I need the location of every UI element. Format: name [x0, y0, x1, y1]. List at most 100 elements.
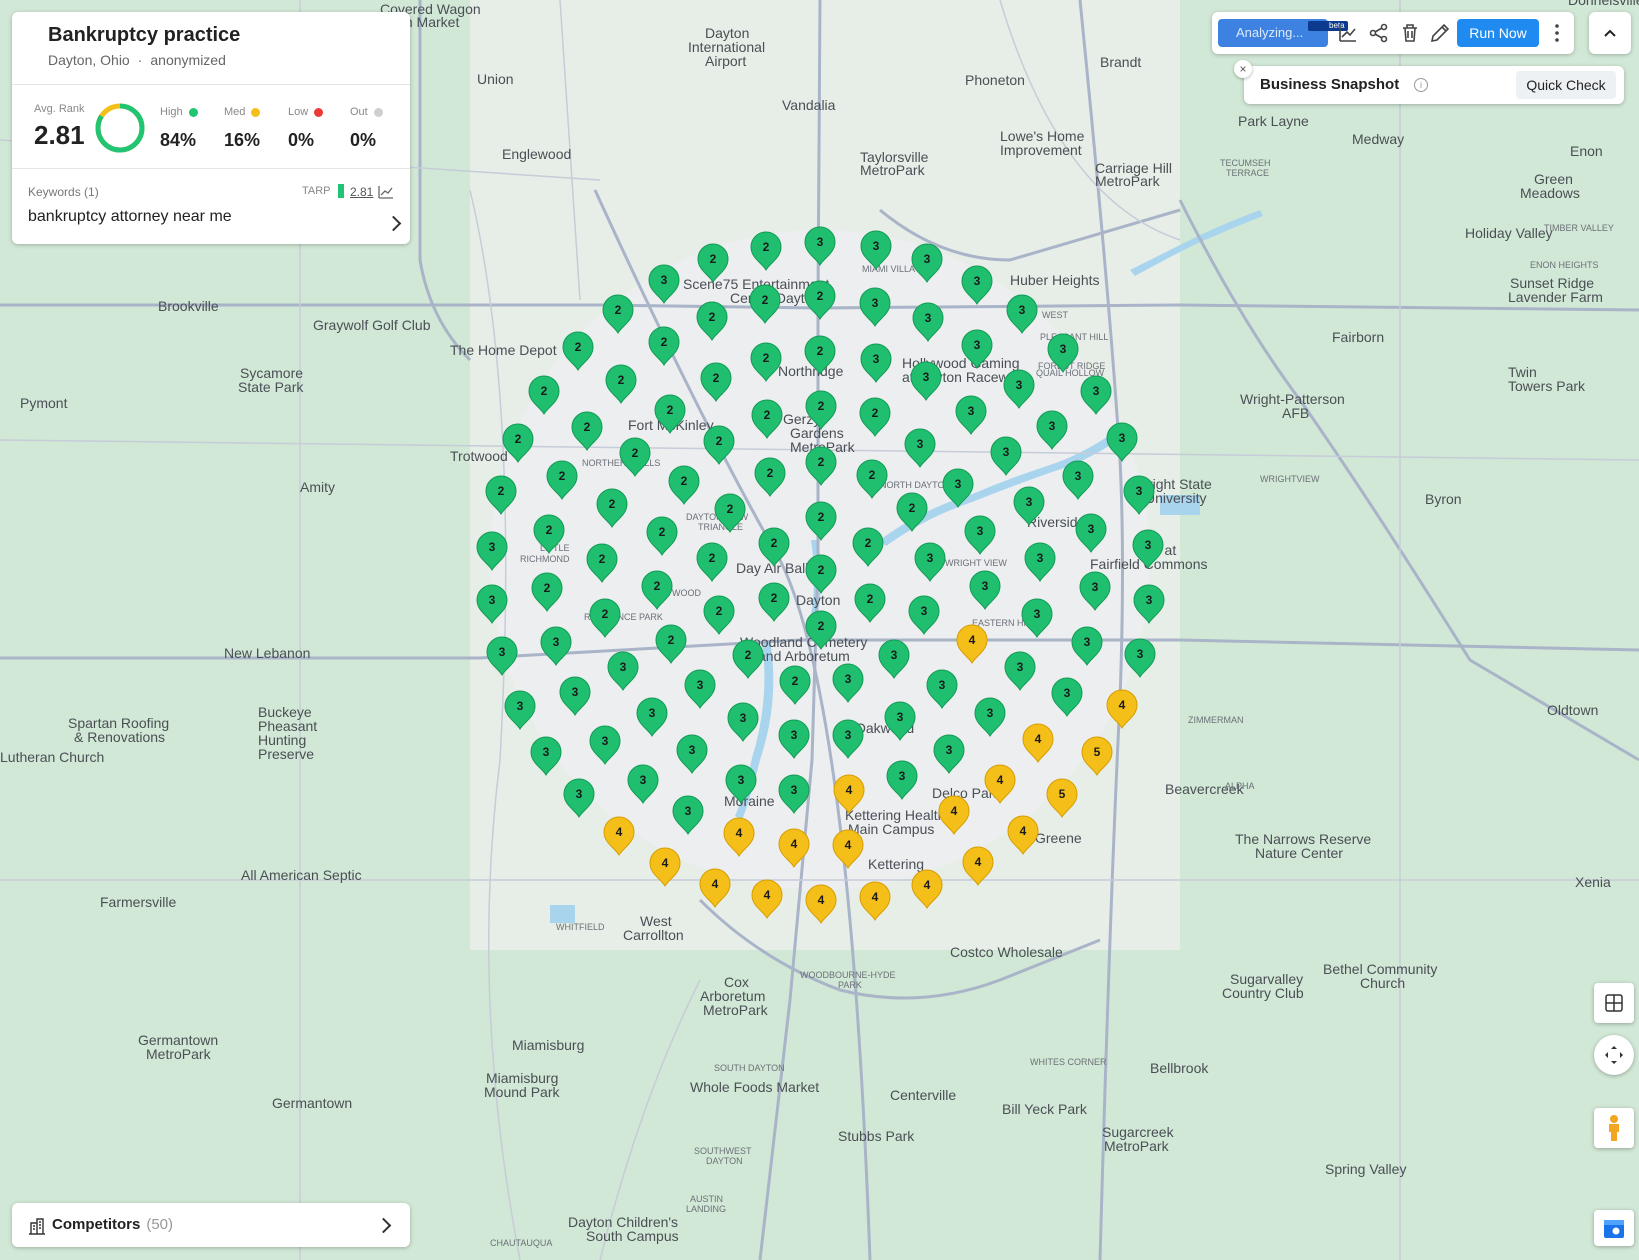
- recenter-button[interactable]: [1594, 1035, 1634, 1075]
- rank-pin-label: 2: [771, 536, 778, 550]
- out-label: Out: [350, 106, 383, 118]
- rank-pin-label: 3: [791, 783, 798, 797]
- analyzing-button[interactable]: Analyzing... beta: [1218, 19, 1348, 47]
- competitors-bar[interactable]: Competitors (50): [12, 1203, 410, 1247]
- rank-pin-label: 2: [818, 510, 825, 524]
- place-label: MetroPark: [860, 162, 926, 178]
- rank-pin-label: 3: [489, 540, 496, 554]
- rank-pin-label: 3: [891, 648, 898, 662]
- rank-pin-label: 3: [517, 699, 524, 713]
- keyword-item[interactable]: bankruptcy attorney near me: [28, 208, 232, 226]
- neighborhood-label: RICHMOND: [520, 554, 570, 564]
- place-label: New Lebanon: [224, 645, 310, 661]
- rank-pin-label: 2: [763, 240, 770, 254]
- rank-pin-label: 3: [740, 711, 747, 725]
- place-label: Moraine: [724, 793, 775, 809]
- rank-pin-label: 3: [572, 685, 579, 699]
- rank-pin-label: 2: [609, 497, 616, 511]
- trash-icon[interactable]: [1398, 21, 1422, 45]
- rank-pin-label: 2: [867, 592, 874, 606]
- high-label: High: [160, 106, 198, 118]
- rank-pin-label: 3: [553, 635, 560, 649]
- place-label: Centerville: [890, 1087, 956, 1103]
- avg-rank-label: Avg. Rank: [34, 103, 85, 115]
- rank-pin-label: 2: [618, 373, 625, 387]
- place-label: Brookville: [158, 298, 219, 314]
- rank-pin-label: 4: [764, 888, 771, 902]
- divider: [12, 84, 410, 85]
- chevron-up-icon: [1604, 29, 1616, 37]
- high-dot: [188, 107, 198, 117]
- rank-pin-label: 3: [1003, 445, 1010, 459]
- chevron-right-icon[interactable]: [385, 215, 402, 232]
- close-icon[interactable]: ×: [1234, 60, 1252, 78]
- rank-pin-label: 2: [869, 468, 876, 482]
- separator: ·: [137, 52, 143, 68]
- business-location: Dayton, Ohio: [48, 52, 130, 68]
- rank-pin-label: 2: [818, 455, 825, 469]
- rank-pin-label: 2: [541, 384, 548, 398]
- storefront-icon: [1604, 1220, 1624, 1238]
- rank-pin-label: 2: [544, 581, 551, 595]
- place-label: South Campus: [586, 1228, 679, 1244]
- med-value: 16%: [224, 130, 261, 150]
- rank-pin-label: 2: [584, 420, 591, 434]
- snapshot-title: Business Snapshot: [1260, 76, 1400, 93]
- place-label: Whole Foods Market: [690, 1079, 819, 1095]
- rank-pin-label: 3: [872, 296, 879, 310]
- quick-check-button[interactable]: Quick Check: [1516, 71, 1616, 99]
- place-label: MetroPark: [1095, 173, 1161, 189]
- place-label: Towers Park: [1508, 378, 1586, 394]
- chart-line-icon[interactable]: [1336, 21, 1360, 45]
- neighborhood-label: MIAMI VILLA: [862, 264, 915, 274]
- rank-pin-label: 3: [974, 274, 981, 288]
- run-now-button[interactable]: Run Now: [1457, 19, 1539, 47]
- place-label: and Arboretum: [758, 648, 850, 664]
- rank-pin-label: 3: [924, 252, 931, 266]
- rank-pin-label: 2: [817, 289, 824, 303]
- rank-pin-label: 2: [764, 408, 771, 422]
- info-icon[interactable]: i: [1414, 78, 1428, 92]
- building-icon: [29, 1218, 45, 1235]
- place-label: Trotwood: [450, 448, 508, 464]
- rank-pin-label: 3: [1146, 593, 1153, 607]
- google-business-button[interactable]: [1594, 1210, 1634, 1246]
- collapse-button[interactable]: [1589, 12, 1631, 54]
- rank-pin-label: 3: [974, 338, 981, 352]
- edit-icon[interactable]: [1428, 21, 1452, 45]
- rank-distribution-ring: [95, 103, 145, 153]
- grid-icon: [1605, 994, 1623, 1012]
- neighborhood-label: TECUMSEH: [1220, 158, 1271, 168]
- more-vertical-icon[interactable]: [1545, 21, 1569, 45]
- rank-pin-label: 2: [632, 446, 639, 460]
- neighborhood-label: AUSTIN: [690, 1194, 723, 1204]
- high-value: 84%: [160, 130, 197, 150]
- layers-button[interactable]: [1594, 983, 1634, 1023]
- share-icon[interactable]: [1367, 21, 1391, 45]
- place-label: Bill Yeck Park: [1002, 1101, 1088, 1117]
- rank-pin-label: 2: [763, 351, 770, 365]
- chevron-right-icon[interactable]: [375, 1217, 392, 1234]
- place-label: MetroPark: [703, 1002, 769, 1018]
- place-label: Dayton: [796, 592, 840, 608]
- rank-pin-label: 3: [1016, 378, 1023, 392]
- place-label: Fairborn: [1332, 329, 1384, 345]
- place-label: Main Campus: [848, 821, 934, 837]
- tarp-value[interactable]: 2.81: [350, 185, 373, 199]
- rank-pin-label: 3: [738, 773, 745, 787]
- place-label: Spring Valley: [1325, 1161, 1406, 1177]
- neighborhood-label: ENON HEIGHTS: [1530, 260, 1599, 270]
- rank-pin-label: 3: [1019, 303, 1026, 317]
- rank-pin-label: 3: [661, 273, 668, 287]
- place-label: Vandalia: [782, 97, 836, 113]
- low-value: 0%: [288, 130, 315, 150]
- place-label: Lutheran Church: [0, 749, 104, 765]
- med-label: Med: [224, 106, 261, 118]
- trend-icon[interactable]: [378, 185, 394, 199]
- toolbar: Analyzing... beta Run Now: [1212, 12, 1574, 54]
- place-label: Donnelsville: [1568, 0, 1639, 8]
- avg-rank-value: 2.81: [34, 120, 85, 150]
- rank-pin-label: 3: [897, 710, 904, 724]
- street-view-button[interactable]: [1594, 1108, 1634, 1148]
- rank-pin-label: 3: [489, 593, 496, 607]
